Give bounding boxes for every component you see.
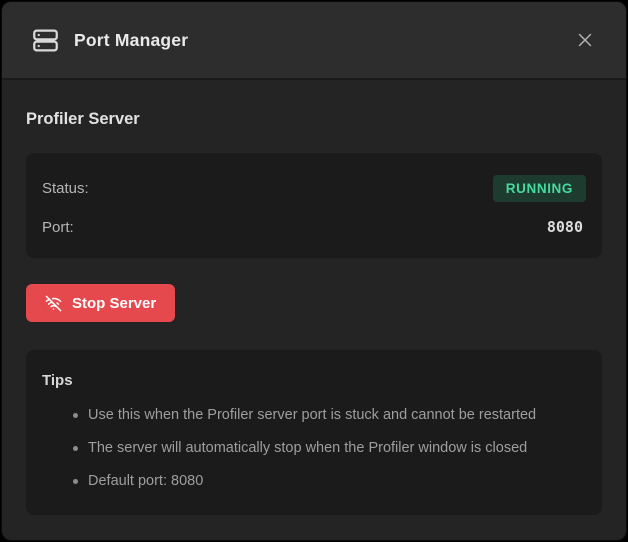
tips-panel: Tips Use this when the Profiler server p… bbox=[26, 350, 602, 515]
close-button[interactable] bbox=[568, 23, 602, 57]
close-icon bbox=[574, 29, 596, 51]
status-panel: Status: RUNNING Port: 8080 bbox=[26, 153, 602, 258]
wifi-off-icon bbox=[45, 295, 62, 312]
status-label: Status: bbox=[42, 180, 89, 197]
tip-item: Default port: 8080 bbox=[42, 471, 586, 491]
tip-item: The server will automatically stop when … bbox=[42, 438, 586, 458]
port-manager-dialog: Port Manager Profiler Server Status: RUN… bbox=[1, 1, 627, 541]
port-label: Port: bbox=[42, 219, 74, 236]
tip-item: Use this when the Profiler server port i… bbox=[42, 405, 586, 425]
titlebar: Port Manager bbox=[2, 2, 626, 80]
section-heading: Profiler Server bbox=[26, 110, 602, 129]
tips-heading: Tips bbox=[42, 372, 586, 389]
stop-server-button[interactable]: Stop Server bbox=[26, 284, 175, 322]
dialog-content: Profiler Server Status: RUNNING Port: 80… bbox=[2, 80, 626, 515]
port-row: Port: 8080 bbox=[42, 218, 586, 236]
status-row: Status: RUNNING bbox=[42, 175, 586, 202]
status-badge: RUNNING bbox=[493, 175, 586, 202]
window-title: Port Manager bbox=[74, 30, 568, 51]
server-icon bbox=[32, 27, 59, 54]
tips-list: Use this when the Profiler server port i… bbox=[42, 405, 586, 491]
stop-server-label: Stop Server bbox=[72, 295, 156, 312]
port-value: 8080 bbox=[547, 218, 586, 236]
